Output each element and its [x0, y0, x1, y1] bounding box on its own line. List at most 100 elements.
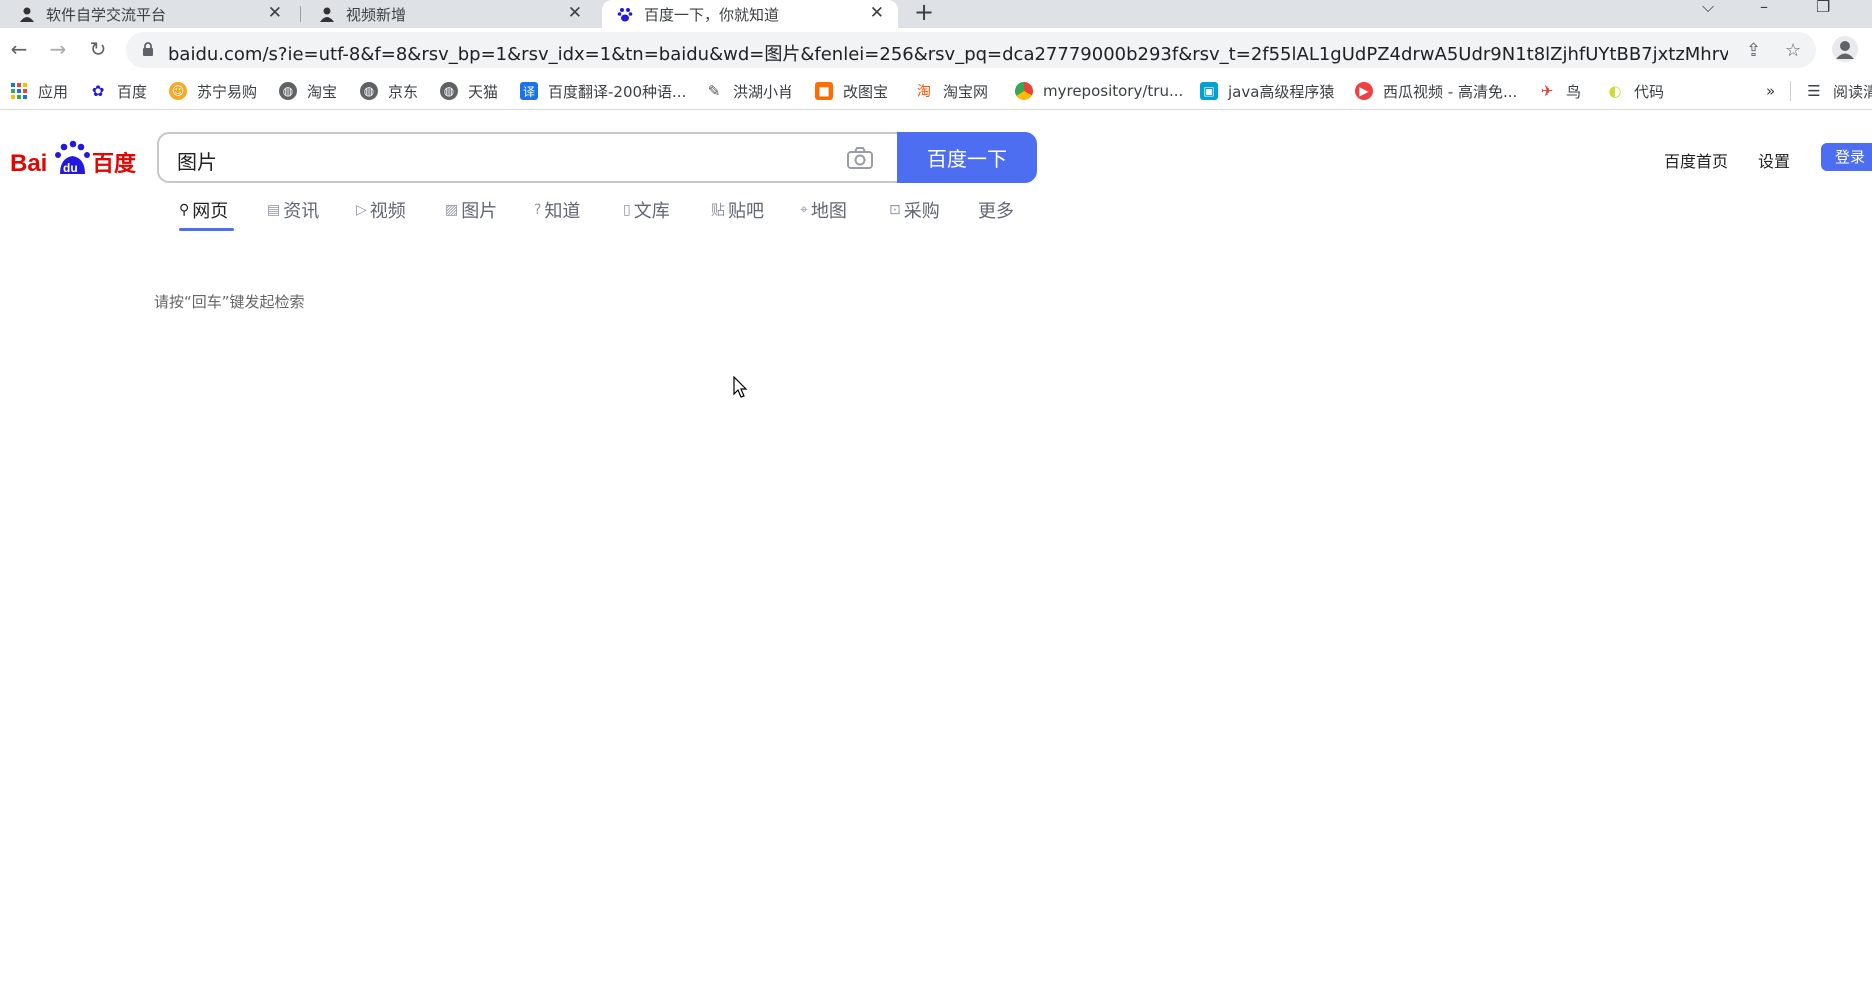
browser-toolbar: ← → ↻ baidu.com/s?ie=utf-8&f=8&rsv_bp=1&…: [0, 28, 1872, 72]
bird-icon: ✎: [707, 82, 721, 100]
camera-icon[interactable]: [847, 147, 873, 169]
bookmark-star-icon[interactable]: ☆: [1785, 40, 1801, 61]
bookmark-label: 西瓜视频 - 高清免...: [1383, 82, 1518, 101]
tab-2-title: 视频新增: [346, 5, 407, 24]
document-icon: ▯: [623, 202, 631, 218]
tab-web[interactable]: ⚲ 网页: [179, 198, 228, 222]
restore-icon[interactable]: ❐: [1816, 0, 1830, 16]
reading-list[interactable]: ☰ 阅读清: [1790, 81, 1872, 101]
tab-label: 更多: [978, 201, 1014, 222]
news-icon: ▤: [267, 202, 281, 218]
tab-image[interactable]: ▨ 图片: [445, 198, 497, 222]
bookmark-item[interactable]: ◐ 代码: [1606, 81, 1664, 101]
new-tab-icon[interactable]: +: [914, 0, 934, 26]
address-bar[interactable]: baidu.com/s?ie=utf-8&f=8&rsv_bp=1&rsv_id…: [126, 32, 1816, 68]
bookmark-label: 京东: [388, 82, 419, 101]
user-silhouette-icon: [18, 5, 36, 23]
tab-label: 采购: [903, 201, 940, 222]
bookmark-label: 淘宝网: [943, 82, 989, 101]
back-icon[interactable]: ←: [6, 36, 32, 62]
bookmark-item[interactable]: myrepository/tru...: [1015, 81, 1183, 101]
profile-avatar-icon[interactable]: [1832, 36, 1858, 62]
bookmark-label: 洪湖小肖: [733, 82, 794, 101]
tieba-icon: 贴: [711, 203, 725, 219]
tab-tieba[interactable]: 贴贴吧: [711, 198, 764, 222]
tab-more[interactable]: 更多: [978, 198, 1014, 222]
bookmark-label: 改图宝: [843, 82, 889, 101]
bookmark-item[interactable]: ◍ 淘宝: [279, 81, 337, 101]
baidu-home-link[interactable]: 百度首页: [1664, 148, 1728, 172]
close-icon[interactable]: ✕: [268, 3, 282, 23]
bookmark-label: 天猫: [468, 82, 499, 101]
tab-label: 视频: [369, 201, 406, 222]
tab-label: 网页: [192, 201, 229, 222]
reload-icon[interactable]: ↻: [85, 36, 111, 62]
close-icon[interactable]: ✕: [870, 3, 884, 23]
tab-video[interactable]: ▷ 视频: [356, 198, 406, 222]
bookmark-label: 百度: [117, 82, 148, 101]
forward-icon[interactable]: →: [45, 36, 71, 62]
bookmark-item[interactable]: ▣ java高级程序猿: [1200, 81, 1334, 101]
tab-label: 资讯: [283, 201, 320, 222]
tab-wenku[interactable]: ▯ 文库: [623, 198, 670, 222]
bookmark-label: myrepository/tru...: [1043, 82, 1184, 100]
tab-2[interactable]: 视频新增 ✕: [304, 0, 596, 28]
bookmark-item[interactable]: ■ 改图宝: [815, 81, 888, 101]
share-icon[interactable]: ⇪: [1746, 40, 1761, 61]
apps-bookmark[interactable]: 应用: [10, 81, 68, 101]
bookmark-item[interactable]: 译百度翻译-200种语...: [520, 81, 686, 101]
svg-text:Bai: Bai: [10, 150, 47, 177]
leaf-icon: ◐: [1608, 82, 1622, 100]
settings-link[interactable]: 设置: [1758, 148, 1790, 172]
image-icon: ▨: [445, 202, 459, 218]
tab-label: 文库: [633, 201, 670, 222]
bookmark-item[interactable]: ☺ 苏宁易购: [169, 81, 257, 101]
enter-hint-text: 请按“回车”键发起检索: [154, 293, 305, 311]
reading-list-label: 阅读清: [1833, 82, 1872, 101]
close-icon[interactable]: ✕: [568, 3, 582, 23]
tab-search-icon[interactable]: ⌵: [1702, 0, 1714, 17]
map-pin-icon: ⌖: [800, 202, 808, 218]
translate-icon: 译: [520, 82, 538, 100]
tab-label: 图片: [461, 201, 498, 222]
svg-text:百度: 百度: [92, 151, 137, 177]
search-button[interactable]: 百度一下: [897, 132, 1037, 183]
bookmark-item[interactable]: ▶ 西瓜视频 - 高清免...: [1355, 81, 1517, 101]
chrome-icon: [1015, 82, 1033, 100]
bookmarks-bar: 应用 ✿ 百度 ☺ 苏宁易购 ◍ 淘宝 ◍ 京东 ◍ 天猫 译百度翻译-200种语... …: [0, 72, 1872, 110]
tab-label: 贴吧: [728, 201, 764, 222]
bilibili-icon: ▣: [1200, 82, 1218, 100]
play-icon: ▶: [1355, 82, 1373, 100]
bird-icon: ✈: [1540, 82, 1554, 100]
bookmark-item[interactable]: 淘淘宝网: [915, 81, 988, 101]
tab-purchase[interactable]: ⊡ 采购: [889, 198, 940, 222]
tab-zhidao[interactable]: ? 知道: [534, 198, 580, 222]
tab-map[interactable]: ⌖ 地图: [800, 198, 847, 222]
more-bookmarks-icon[interactable]: »: [1766, 81, 1775, 101]
tab-label: 地图: [810, 201, 847, 222]
apps-grid-icon: [10, 82, 28, 100]
tab-3-active[interactable]: 百度一下，你就知道 ✕: [602, 0, 898, 28]
bookmark-item[interactable]: ✈ 鸟: [1538, 81, 1581, 101]
login-button[interactable]: 登录: [1821, 143, 1872, 171]
search-query-text: 图片: [177, 150, 217, 174]
globe-icon: ◍: [360, 82, 378, 100]
globe-icon: ◍: [440, 82, 458, 100]
tab-news[interactable]: ▤ 资讯: [267, 198, 319, 222]
shopping-bag-icon: ⊡: [889, 202, 901, 218]
tab-1[interactable]: 软件自学交流平台 ✕: [4, 0, 296, 28]
mouse-cursor-icon: [733, 376, 748, 398]
tab-separator: [300, 6, 301, 22]
search-input[interactable]: 图片: [157, 132, 898, 183]
bookmark-item[interactable]: ◍ 京东: [360, 81, 418, 101]
tab-label: 知道: [544, 201, 581, 222]
baidu-paw-icon: [616, 5, 634, 23]
baidu-paw-icon: ✿: [91, 82, 105, 100]
minimize-icon[interactable]: –: [1760, 0, 1768, 16]
bookmark-item[interactable]: ◍ 天猫: [440, 81, 498, 101]
bookmark-item[interactable]: ✎ 洪湖小肖: [705, 81, 793, 101]
bookmark-label: 代码: [1634, 82, 1665, 101]
bookmark-item[interactable]: ✿ 百度: [89, 81, 147, 101]
tab-strip: 软件自学交流平台 ✕ 视频新增 ✕ 百度一下，你就知道 ✕ + ⌵ – ❐: [0, 0, 1872, 28]
baidu-logo[interactable]: Bai du 百度: [10, 136, 140, 180]
